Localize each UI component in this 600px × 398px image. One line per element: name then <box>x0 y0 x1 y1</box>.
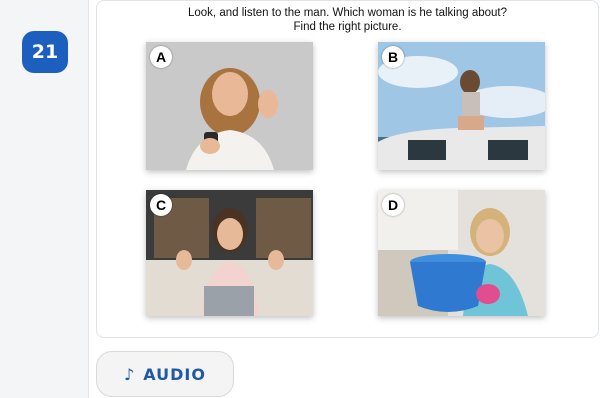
option-a-letter: A <box>150 46 172 68</box>
option-d-letter: D <box>382 194 404 216</box>
option-c-image[interactable]: C <box>146 190 313 316</box>
audio-button-label: AUDIO <box>143 364 206 384</box>
instruction-line-1: Look, and listen to the man. Which woman… <box>188 7 507 19</box>
music-note-icon: ♪ <box>124 364 136 384</box>
option-b-image[interactable]: B <box>378 42 545 170</box>
question-instructions: Look, and listen to the man. Which woman… <box>96 6 599 34</box>
question-number-badge: 21 <box>22 31 68 73</box>
audio-button[interactable]: ♪ AUDIO <box>96 351 234 397</box>
instruction-line-2: Find the right picture. <box>293 21 402 33</box>
option-c-letter: C <box>150 194 172 216</box>
option-d-image[interactable]: D <box>378 190 545 316</box>
option-b-letter: B <box>382 46 404 68</box>
option-a-image[interactable]: A <box>146 42 313 170</box>
